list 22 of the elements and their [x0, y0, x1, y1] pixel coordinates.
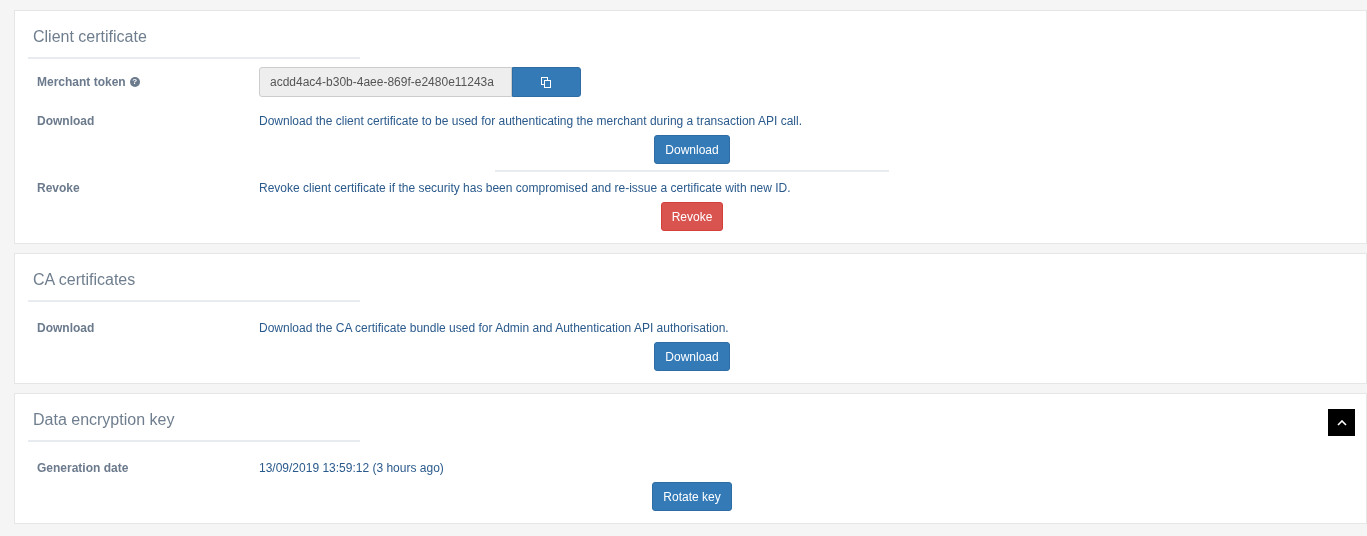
- copy-button[interactable]: [512, 67, 581, 97]
- action-button[interactable]: Download: [654, 135, 730, 164]
- section-title: Data encryption key: [28, 394, 360, 442]
- chevron-up-icon: [1336, 419, 1347, 426]
- field-description: 13/09/2019 13:59:12 (3 hours ago): [259, 460, 444, 476]
- field-description: Download the CA certificate bundle used for Admin and Authentication API authorisation.: [259, 320, 729, 336]
- copy-icon: [541, 76, 553, 88]
- help-icon[interactable]: ?: [129, 77, 140, 87]
- field-label: Revoke: [37, 180, 80, 196]
- section-title: Client certificate: [28, 11, 360, 59]
- field-label: Download: [37, 113, 95, 129]
- action-button[interactable]: Rotate key: [652, 482, 732, 511]
- field-label: Generation date: [37, 460, 129, 476]
- field-label-text: Merchant token: [37, 74, 126, 90]
- action-button[interactable]: Download: [654, 342, 730, 371]
- field-description: Download the client certificate to be used for authenticating the merchant during a transaction API call.: [259, 113, 802, 129]
- scroll-top-button[interactable]: [1328, 409, 1355, 436]
- field-description: Revoke client certificate if the security has been compromised and re-issue a certificate with new ID.: [259, 180, 791, 196]
- token-field[interactable]: acdd4ac4-b30b-4aee-869f-e2480e11243a: [259, 67, 513, 97]
- danger-button[interactable]: Revoke: [660, 202, 724, 231]
- field-label: Download: [37, 320, 95, 336]
- section-title: CA certificates: [28, 254, 360, 302]
